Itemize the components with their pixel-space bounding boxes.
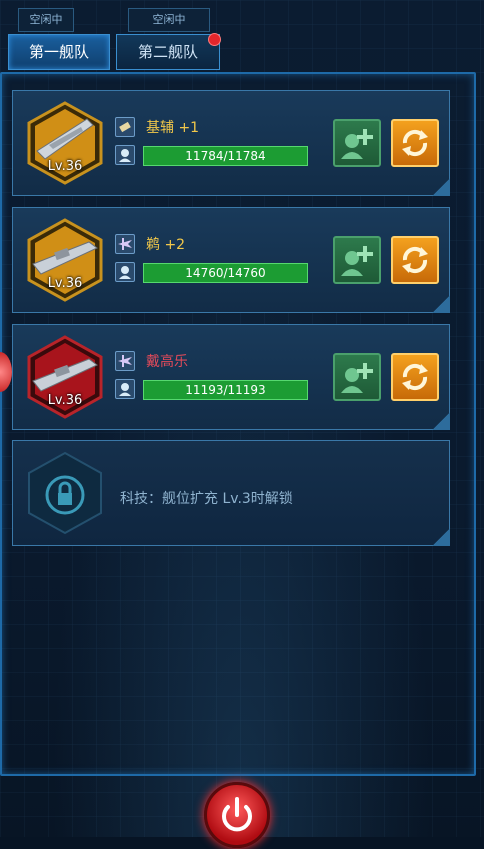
- card-corner: [432, 412, 450, 430]
- locked-hex: [28, 451, 102, 535]
- swap-ship-button[interactable]: [391, 236, 439, 284]
- captain-icon: [115, 379, 135, 399]
- add-captain-button[interactable]: [333, 236, 381, 284]
- tab-fleet-1[interactable]: 第一舰队: [8, 34, 110, 70]
- notification-dot: [208, 33, 221, 46]
- unlock-hint: 科技：舰位扩充 Lv.3时解锁: [120, 491, 293, 507]
- ship-name: 戴高乐: [146, 354, 188, 370]
- status-tab-1: 空闲中: [18, 8, 74, 32]
- ship-level: Lv.36: [47, 393, 83, 408]
- refresh-icon: [402, 363, 428, 391]
- ship-card-3[interactable]: Lv.36 戴高乐 11193/11193: [12, 324, 450, 430]
- add-captain-button[interactable]: [333, 353, 381, 401]
- card-corner: [432, 528, 450, 546]
- power-button[interactable]: [204, 782, 270, 848]
- ship-level: Lv.36: [47, 159, 83, 174]
- power-icon: [222, 797, 252, 832]
- ammo-icon: [115, 117, 135, 137]
- ship-name: 鹈 +2: [146, 237, 186, 253]
- add-captain-button[interactable]: [333, 119, 381, 167]
- refresh-icon: [402, 129, 428, 157]
- ship-card-1[interactable]: Lv.36 基辅 +1 11784/11784: [12, 90, 450, 196]
- add-person-icon: [341, 129, 373, 159]
- add-person-icon: [341, 363, 373, 393]
- tab-fleet-2[interactable]: 第二舰队: [116, 34, 220, 70]
- ship-card-2[interactable]: Lv.36 鹈 +2 14760/14760: [12, 207, 450, 313]
- captain-icon: [115, 262, 135, 282]
- ship-name: 基辅 +1: [146, 120, 200, 136]
- hp-bar: 11784/11784: [143, 146, 308, 166]
- refresh-icon: [402, 246, 428, 274]
- swap-ship-button[interactable]: [391, 353, 439, 401]
- plane-icon: [115, 234, 135, 254]
- card-corner: [432, 295, 450, 313]
- ship-level: Lv.36: [47, 276, 83, 291]
- plane-icon: [115, 351, 135, 371]
- add-person-icon: [341, 246, 373, 276]
- card-corner: [432, 178, 450, 196]
- hp-bar: 14760/14760: [143, 263, 308, 283]
- hp-bar: 11193/11193: [143, 380, 308, 400]
- captain-icon: [115, 145, 135, 165]
- status-tab-2: 空闲中: [128, 8, 210, 32]
- swap-ship-button[interactable]: [391, 119, 439, 167]
